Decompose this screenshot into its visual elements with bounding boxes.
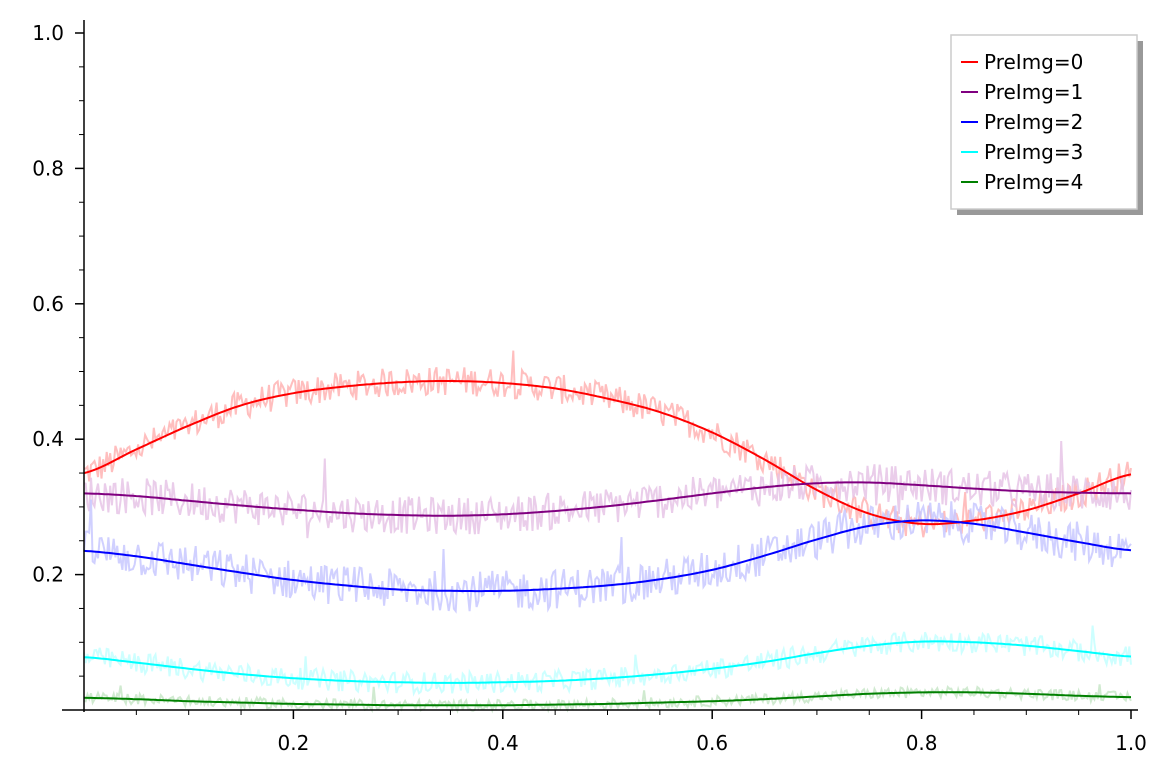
legend-label: PreImg=3	[984, 140, 1083, 164]
y-tick-label: 0.2	[32, 563, 64, 587]
legend-label: PreImg=2	[984, 110, 1083, 134]
x-tick-label: 0.8	[906, 731, 938, 755]
y-tick-label: 1.0	[32, 21, 64, 45]
series-line-4	[83, 691, 1131, 707]
x-tick-label: 0.2	[277, 731, 309, 755]
legend: PreImg=0 PreImg=1 PreImg=2 PreImg=3 PreImg=4	[950, 34, 1143, 215]
y-tick-label: 0.8	[32, 156, 64, 180]
series-lines	[83, 380, 1132, 707]
legend-label: PreImg=0	[984, 50, 1083, 74]
noise-trace-3	[83, 625, 1132, 697]
x-tick-label: 1.0	[1115, 731, 1147, 755]
legend-label: PreImg=1	[984, 80, 1083, 104]
y-tick-label: 0.6	[32, 292, 64, 316]
x-tick-label: 0.6	[696, 731, 728, 755]
y-tick-label: 0.4	[32, 427, 64, 451]
x-tick-label: 0.4	[487, 731, 519, 755]
noise-trace-4	[83, 684, 1132, 714]
legend-label: PreImg=4	[984, 170, 1083, 194]
noise-trace-2	[83, 499, 1132, 614]
line-chart: 0.2 0.4 0.6 0.8 1.00.20.40.60.81.0 PreImg=0P…	[32, 20, 1147, 755]
